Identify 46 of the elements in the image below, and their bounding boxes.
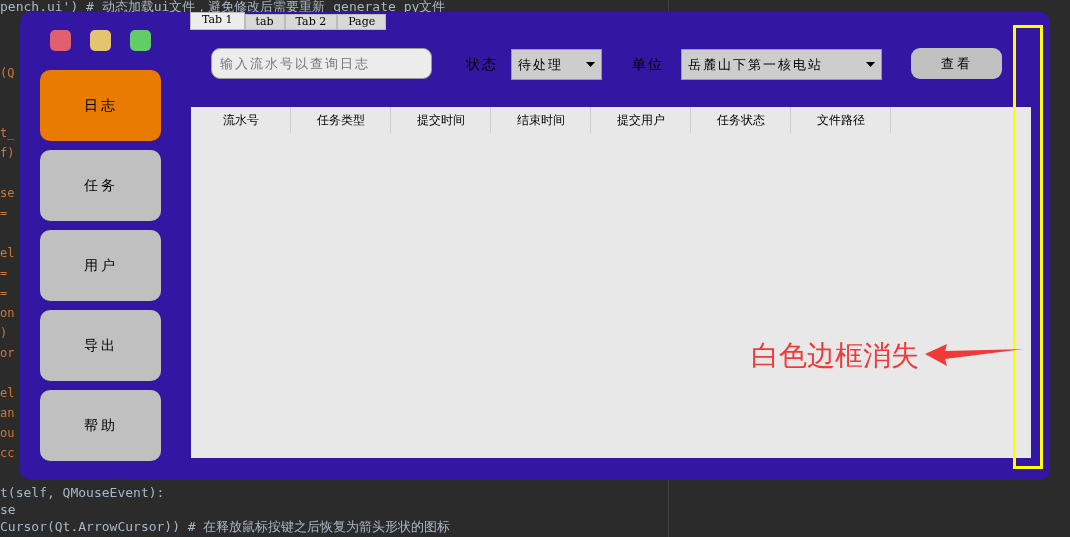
code-line: se bbox=[0, 501, 16, 518]
window-control[interactable] bbox=[50, 30, 71, 51]
code-line: ou bbox=[0, 425, 15, 442]
code-line: t_ bbox=[0, 125, 15, 142]
code-line: cc bbox=[0, 445, 15, 462]
tab[interactable]: Tab 1 bbox=[190, 12, 245, 30]
code-line: Cursor(Qt.ArrowCursor)) # 在释放鼠标按键之后恢复为箭头形状的图标 bbox=[0, 518, 451, 535]
column-header[interactable]: 流水号 bbox=[191, 107, 291, 133]
code-line: f) bbox=[0, 145, 15, 162]
sidebar-button[interactable]: 任务 bbox=[40, 150, 161, 221]
caret-icon bbox=[866, 62, 875, 67]
dropdown[interactable]: 待处理 bbox=[511, 49, 602, 80]
code-line: el bbox=[0, 245, 15, 262]
view-button[interactable]: 查看 bbox=[911, 48, 1002, 79]
sidebar-button[interactable]: 帮助 bbox=[40, 390, 161, 461]
column-header[interactable]: 文件路径 bbox=[791, 107, 891, 133]
code-line: el bbox=[0, 385, 15, 402]
column-header[interactable]: 提交时间 bbox=[391, 107, 491, 133]
code-line: se bbox=[0, 185, 15, 202]
dropdown[interactable]: 岳麓山下第一核电站 bbox=[681, 49, 882, 80]
sidebar-button[interactable]: 用户 bbox=[40, 230, 161, 301]
column-header[interactable]: 结束时间 bbox=[491, 107, 591, 133]
code-line: (Q bbox=[0, 65, 15, 82]
window-control[interactable] bbox=[90, 30, 111, 51]
sidebar-button[interactable]: 导出 bbox=[40, 310, 161, 381]
code-line: an bbox=[0, 405, 15, 422]
column-header[interactable]: 任务类型 bbox=[291, 107, 391, 133]
annotation-text: 白色边框消失 bbox=[751, 338, 919, 374]
window-control[interactable] bbox=[130, 30, 151, 51]
tab[interactable]: Tab 2 bbox=[284, 14, 338, 30]
caret-icon bbox=[586, 62, 595, 67]
code-line: = bbox=[0, 205, 8, 222]
code-line: or bbox=[0, 345, 15, 362]
code-line: on bbox=[0, 305, 15, 322]
code-line: = bbox=[0, 265, 8, 282]
code-line: t(self, QMouseEvent): bbox=[0, 484, 165, 501]
code-line: ) bbox=[0, 325, 8, 342]
column-header[interactable]: 任务状态 bbox=[691, 107, 791, 133]
code-line: = bbox=[0, 285, 8, 302]
tab[interactable]: Page bbox=[337, 14, 387, 30]
column-header[interactable]: 提交用户 bbox=[591, 107, 691, 133]
filter-label: 状态 bbox=[466, 55, 498, 74]
filter-label: 单位 bbox=[632, 55, 664, 74]
sidebar-button[interactable]: 日志 bbox=[40, 70, 161, 141]
tab[interactable]: tab bbox=[244, 14, 285, 30]
search-field[interactable]: 输入流水号以查询日志 bbox=[211, 48, 432, 79]
